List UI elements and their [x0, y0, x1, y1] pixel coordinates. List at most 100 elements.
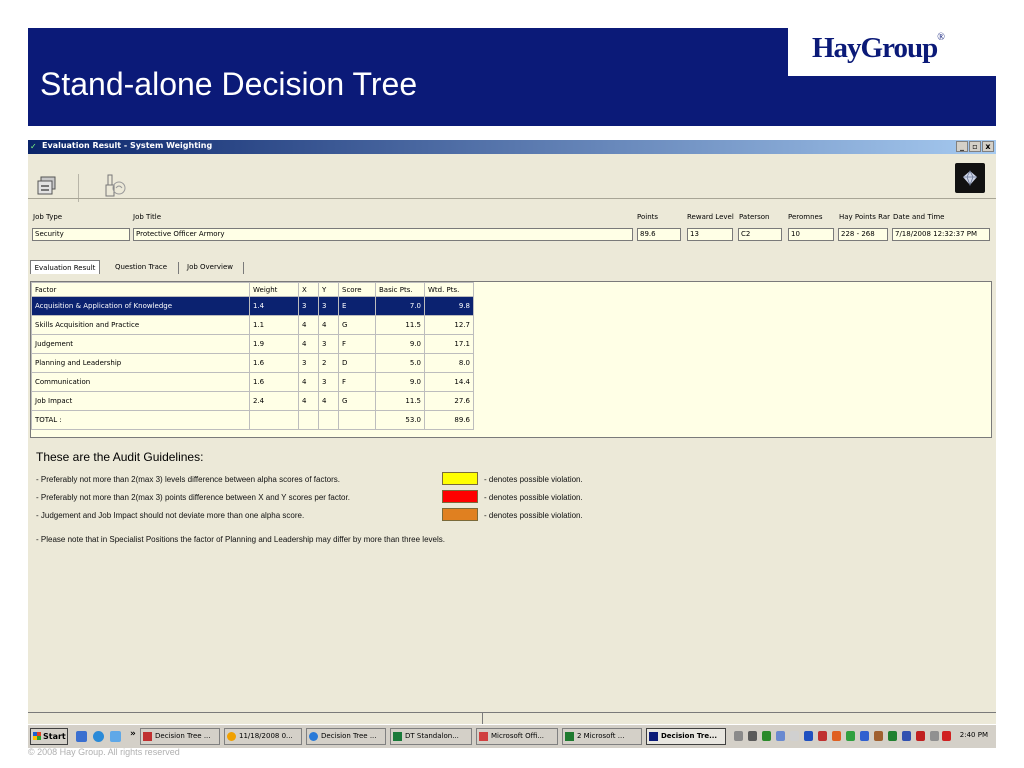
tab-strip: Evaluation Result Question Trace Job Ove… — [28, 260, 996, 275]
taskbar-button-decision-tree-app[interactable]: Decision Tre... — [646, 728, 726, 745]
start-label: Start — [43, 732, 66, 741]
job-type-label: Job Type — [33, 213, 63, 221]
score-cell: F — [338, 372, 376, 392]
tray-connection-icon[interactable] — [860, 731, 869, 741]
x-cell — [298, 410, 319, 430]
y-cell — [318, 410, 339, 430]
table-row[interactable]: Communication 1.6 4 3 F 9.0 14.4 — [31, 372, 474, 392]
factor-cell: Planning and Leadership — [31, 353, 250, 373]
diamond-logo-button[interactable] — [955, 163, 985, 193]
table-row[interactable]: Acquisition & Application of Knowledge 1… — [31, 296, 474, 316]
quicklaunch-app-icon[interactable] — [76, 731, 87, 742]
tab-evaluation-result[interactable]: Evaluation Result — [30, 260, 100, 274]
score-cell: D — [338, 353, 376, 373]
table-total-row[interactable]: TOTAL : 53.0 89.6 — [31, 410, 474, 430]
taskbar-button-microsoft-group[interactable]: 2 Microsoft ... — [562, 728, 642, 745]
window-titlebar[interactable]: ✓ Evaluation Result - System Weighting _… — [28, 140, 996, 154]
tray-speaker-icon[interactable] — [874, 731, 883, 741]
tray-antivirus-icon[interactable] — [902, 731, 911, 741]
date-time-field[interactable]: 7/18/2008 12:32:37 PM — [892, 228, 990, 241]
tray-warning-icon[interactable] — [916, 731, 925, 741]
guideline-xy-points: - Preferably not more than 2(max 3) poin… — [36, 493, 350, 502]
column-header-weight[interactable]: Weight — [249, 282, 299, 297]
factor-cell: Communication — [31, 372, 250, 392]
table-row[interactable]: Planning and Leadership 1.6 3 2 D 5.0 8.… — [31, 353, 474, 373]
score-cell: F — [338, 334, 376, 354]
excel-icon — [565, 732, 574, 741]
job-title-field[interactable]: Protective Officer Armory — [133, 228, 633, 241]
factor-table-body: Acquisition & Application of Knowledge 1… — [31, 296, 474, 430]
slide-title: Stand-alone Decision Tree — [40, 66, 418, 102]
slide-header: Stand-alone Decision Tree HayGroup® — [28, 28, 996, 126]
minimize-button[interactable]: _ — [956, 141, 968, 152]
basic-pts-cell: 5.0 — [375, 353, 425, 373]
table-row[interactable]: Judgement 1.9 4 3 F 9.0 17.1 — [31, 334, 474, 354]
peromnes-field[interactable]: 10 — [788, 228, 834, 241]
y-cell: 3 — [318, 334, 339, 354]
tray-tool-icon[interactable] — [734, 731, 743, 741]
y-cell: 3 — [318, 372, 339, 392]
job-title-label: Job Title — [133, 213, 162, 221]
internet-explorer-icon[interactable] — [93, 731, 104, 742]
quicklaunch-chevron[interactable]: » — [130, 729, 136, 739]
show-desktop-icon[interactable] — [110, 731, 121, 742]
wtd-pts-cell: 27.6 — [424, 391, 474, 411]
x-cell: 3 — [298, 353, 319, 373]
tray-sync-icon[interactable] — [776, 731, 785, 741]
column-header-factor[interactable]: Factor — [31, 282, 250, 297]
tab-separator — [243, 262, 244, 274]
column-header-score[interactable]: Score — [338, 282, 376, 297]
paterson-field[interactable]: C2 — [738, 228, 782, 241]
column-header-y[interactable]: Y — [318, 282, 339, 297]
y-cell: 4 — [318, 391, 339, 411]
taskbar-button-decision-tree-pdf[interactable]: Decision Tree ... — [140, 728, 220, 745]
wtd-pts-cell: 12.7 — [424, 315, 474, 335]
points-field[interactable]: 89.6 — [637, 228, 681, 241]
tab-question-trace[interactable]: Question Trace — [106, 260, 176, 274]
table-row[interactable]: Skills Acquisition and Practice 1.1 4 4 … — [31, 315, 474, 335]
tray-power-icon[interactable] — [930, 731, 939, 741]
windows-taskbar: Start » Decision Tree ... 11/18/2008 0..… — [28, 724, 996, 748]
column-header-basic-pts[interactable]: Basic Pts. — [375, 282, 425, 297]
table-row[interactable]: Job Impact 2.4 4 4 G 11.5 27.6 — [31, 391, 474, 411]
tray-security-icon[interactable] — [888, 731, 897, 741]
taskbar-button-decision-tree-ie[interactable]: Decision Tree ... — [306, 728, 386, 745]
app-icon: ✓ — [30, 142, 37, 151]
tab-job-overview[interactable]: Job Overview — [180, 260, 240, 274]
column-header-wtd-pts[interactable]: Wtd. Pts. — [424, 282, 474, 297]
specialist-note: - Please note that in Specialist Positio… — [36, 535, 445, 544]
toolbar-divider — [28, 198, 996, 199]
taskbar-button-microsoft-office[interactable]: Microsoft Offi... — [476, 728, 558, 745]
x-cell: 3 — [298, 296, 319, 316]
tray-alert-icon[interactable] — [818, 731, 827, 741]
window-controls: _ ▫ x — [956, 141, 994, 152]
tray-stop-icon[interactable] — [942, 731, 951, 741]
job-type-field[interactable]: Security — [32, 228, 130, 241]
system-clock[interactable]: 2:40 PM — [960, 731, 988, 739]
flask-icon[interactable] — [104, 174, 126, 198]
guideline-levels: - Preferably not more than 2(max 3) leve… — [36, 475, 341, 484]
start-button[interactable]: Start — [30, 728, 68, 745]
tray-network-icon[interactable] — [762, 731, 771, 741]
violation-legend-label: - denotes possible violation. — [484, 511, 583, 520]
office-icon — [479, 732, 488, 741]
score-cell — [338, 410, 376, 430]
tray-app-icon[interactable] — [832, 731, 841, 741]
column-header-x[interactable]: X — [298, 282, 319, 297]
close-button[interactable]: x — [982, 141, 994, 152]
copy-icon[interactable] — [36, 176, 58, 196]
tray-update-icon[interactable] — [846, 731, 855, 741]
reward-level-field[interactable]: 13 — [687, 228, 733, 241]
tray-shield-icon[interactable] — [790, 731, 799, 741]
wtd-pts-cell: 14.4 — [424, 372, 474, 392]
taskbar-button-calendar[interactable]: 11/18/2008 0... — [224, 728, 302, 745]
weight-cell — [249, 410, 299, 430]
peromnes-label: Peromnes — [788, 213, 823, 221]
x-cell: 4 — [298, 315, 319, 335]
tray-expand-icon[interactable] — [748, 731, 757, 741]
image-viewer-icon — [393, 732, 402, 741]
taskbar-button-dt-standalone[interactable]: DT Standalon... — [390, 728, 472, 745]
hay-points-range-field[interactable]: 228 - 268 — [838, 228, 888, 241]
restore-button[interactable]: ▫ — [969, 141, 981, 152]
tray-bluetooth-icon[interactable] — [804, 731, 813, 741]
